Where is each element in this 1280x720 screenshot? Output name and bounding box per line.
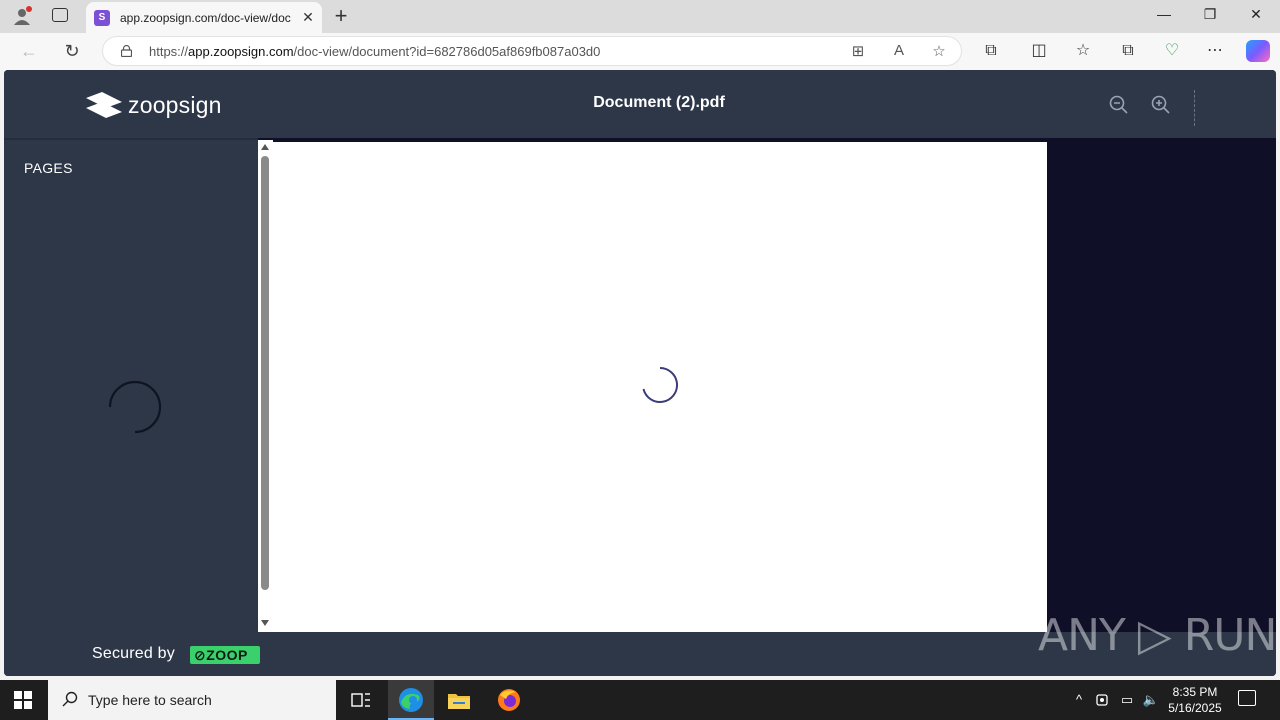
browser-tab-strip: S app.zoopsign.com/doc-view/doc ✕ + — ❐ … xyxy=(0,0,1280,33)
scrollbar-thumb[interactable] xyxy=(261,156,269,590)
firefox-icon[interactable] xyxy=(494,685,524,715)
clock-time: 8:35 PM xyxy=(1172,685,1218,699)
lock-icon[interactable] xyxy=(121,45,132,57)
profile-icon[interactable] xyxy=(12,6,32,26)
task-view-icon[interactable] xyxy=(346,685,376,715)
search-placeholder: Type here to search xyxy=(88,692,212,708)
copilot-icon[interactable] xyxy=(1246,40,1270,62)
tab-actions-icon[interactable] xyxy=(52,8,68,22)
zoop-badge-logo[interactable]: ⊘ZOOP xyxy=(190,646,260,664)
new-tab-button[interactable]: + xyxy=(330,4,352,28)
system-clock[interactable]: 8:35 PM 5/16/2025 xyxy=(1160,684,1230,716)
scroll-down-arrow-icon[interactable] xyxy=(261,620,269,626)
taskbar-search-box[interactable]: Type here to search xyxy=(48,680,336,720)
collections-icon[interactable]: ⧉ xyxy=(1117,41,1139,61)
document-loading-spinner-icon xyxy=(642,367,679,403)
browser-essentials-icon[interactable]: ♡ xyxy=(1161,41,1183,61)
file-explorer-icon[interactable] xyxy=(444,685,474,715)
read-aloud-icon[interactable]: A xyxy=(889,42,909,59)
close-window-button[interactable]: ✕ xyxy=(1246,6,1266,23)
favorites-icon[interactable]: ☆ xyxy=(1072,41,1094,61)
url-prefix: https:// xyxy=(149,44,189,59)
address-bar[interactable]: https://app.zoopsign.com/doc-view/docume… xyxy=(102,36,962,66)
more-options-icon[interactable]: ⋯ xyxy=(1204,41,1226,61)
pages-label: PAGES xyxy=(24,160,73,176)
app-header: zoopsign Document (2).pdf xyxy=(4,70,1276,138)
split-screen-icon[interactable]: ◫ xyxy=(1028,41,1050,61)
clock-date: 5/16/2025 xyxy=(1168,701,1222,715)
thumbnail-scrollbar[interactable] xyxy=(258,140,273,632)
zoom-in-icon[interactable] xyxy=(1150,94,1172,116)
zoom-out-icon[interactable] xyxy=(1108,94,1130,116)
zoopsign-viewer: zoopsign Document (2).pdf PAGES Secured … xyxy=(4,70,1276,676)
extensions-icon[interactable]: ⧉ xyxy=(980,41,1002,61)
document-title: Document (2).pdf xyxy=(593,94,725,111)
document-canvas[interactable] xyxy=(273,142,1047,632)
volume-icon[interactable]: 🔈 xyxy=(1142,692,1160,708)
url-host: app.zoopsign.com xyxy=(188,44,294,59)
search-icon xyxy=(62,691,78,707)
edge-browser-icon[interactable] xyxy=(396,685,426,715)
notification-center-icon[interactable] xyxy=(1238,690,1256,706)
network-icon[interactable]: ▭ xyxy=(1118,692,1136,708)
browser-toolbar: ← ↻ https://app.zoopsign.com/doc-view/do… xyxy=(0,33,1280,70)
restore-button[interactable]: ❐ xyxy=(1200,6,1220,23)
back-arrow-icon[interactable]: ← xyxy=(18,41,40,61)
meet-now-icon[interactable] xyxy=(1094,692,1112,708)
browser-tab-active[interactable]: S app.zoopsign.com/doc-view/doc ✕ xyxy=(86,2,322,33)
tab-title: app.zoopsign.com/doc-view/doc xyxy=(120,10,291,25)
url-path: /doc-view/document?id=682786d05af869fb08… xyxy=(293,44,601,59)
scroll-up-arrow-icon[interactable] xyxy=(261,144,269,150)
favorite-star-icon[interactable]: ☆ xyxy=(929,42,949,60)
zoopsign-favicon-icon: S xyxy=(94,9,110,26)
app-available-icon[interactable]: ⊞ xyxy=(848,42,868,60)
tray-chevron-icon[interactable]: ^ xyxy=(1070,692,1088,707)
secured-by-text: Secured by xyxy=(92,645,175,662)
tab-close-icon[interactable]: ✕ xyxy=(300,9,316,26)
url-text: https://app.zoopsign.com/doc-view/docume… xyxy=(149,44,600,59)
anyrun-watermark: ANY ▷ RUN xyxy=(1038,610,1277,661)
refresh-icon[interactable]: ↻ xyxy=(61,41,83,61)
windows-taskbar: Type here to search ^ ▭ 🔈 8:35 PM 5/16/2… xyxy=(0,680,1280,720)
header-divider xyxy=(1194,90,1195,126)
pages-sidebar: PAGES xyxy=(4,138,258,632)
windows-start-icon[interactable] xyxy=(14,691,32,709)
minimize-button[interactable]: — xyxy=(1154,6,1174,22)
loading-spinner-icon xyxy=(108,380,162,434)
